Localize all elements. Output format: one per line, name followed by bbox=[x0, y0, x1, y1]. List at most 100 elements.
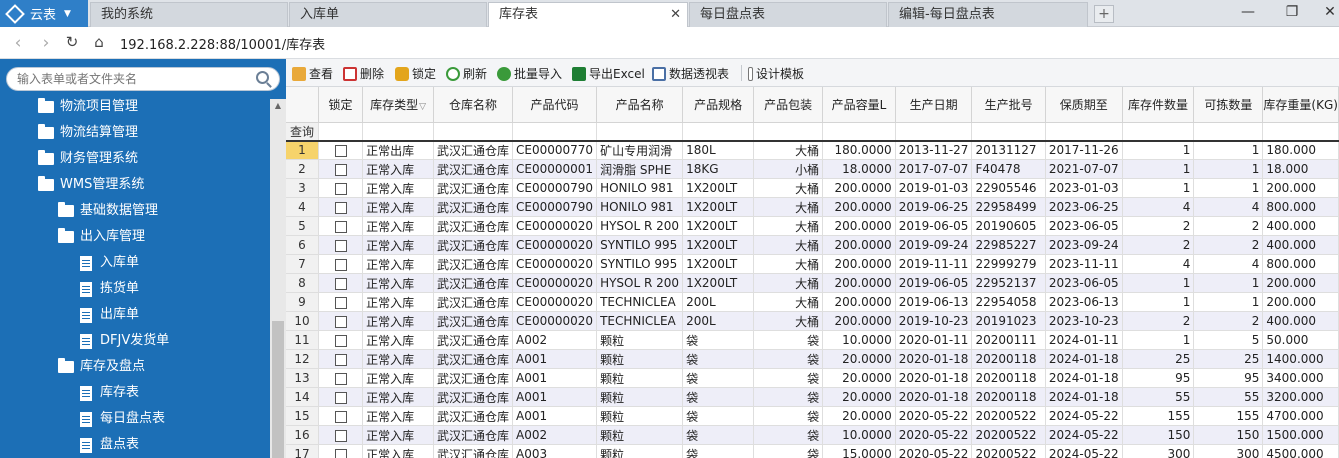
table-cell[interactable]: 2 bbox=[1122, 235, 1195, 255]
table-cell[interactable]: 1 bbox=[1122, 140, 1195, 160]
table-cell[interactable]: CE00000001 bbox=[512, 159, 598, 179]
table-cell[interactable]: 22985227 bbox=[971, 235, 1046, 255]
lock-checkbox[interactable] bbox=[334, 296, 347, 309]
table-cell[interactable]: 袋 bbox=[753, 349, 824, 369]
table-cell[interactable]: 1X200LT bbox=[682, 178, 755, 198]
table-cell[interactable]: 2019-06-13 bbox=[895, 292, 973, 312]
table-cell[interactable]: 3200.000 bbox=[1262, 387, 1339, 407]
table-cell[interactable]: CE00000790 bbox=[512, 178, 598, 198]
table-cell[interactable]: 2020-01-11 bbox=[895, 330, 973, 350]
view-button[interactable]: 查看 bbox=[292, 65, 333, 82]
lock-checkbox[interactable] bbox=[334, 353, 347, 366]
row-number[interactable]: 12 bbox=[286, 349, 319, 369]
close-icon[interactable]: ✕ bbox=[670, 3, 681, 26]
table-cell[interactable]: 2021-07-07 bbox=[1045, 159, 1123, 179]
table-cell[interactable]: CE00000020 bbox=[512, 216, 598, 236]
table-cell[interactable]: CE00000020 bbox=[512, 235, 598, 255]
table-cell[interactable]: 20191023 bbox=[971, 311, 1046, 331]
table-cell[interactable]: 正常入库 bbox=[362, 178, 435, 198]
table-cell[interactable]: 2020-01-18 bbox=[895, 368, 973, 388]
table-cell[interactable]: 1 bbox=[1122, 178, 1195, 198]
table-cell[interactable]: CE00000790 bbox=[512, 197, 598, 217]
table-cell[interactable]: 4500.000 bbox=[1262, 444, 1339, 458]
table-cell[interactable]: 20200522 bbox=[971, 444, 1046, 458]
table-cell[interactable]: 2023-09-24 bbox=[1045, 235, 1123, 255]
table-cell[interactable]: 20.0000 bbox=[822, 387, 896, 407]
table-cell[interactable]: 武汉汇通仓库 bbox=[433, 425, 514, 445]
table-cell[interactable]: 大桶 bbox=[753, 254, 824, 274]
sidebar-item-basic-data[interactable]: 基础数据管理 bbox=[58, 198, 158, 224]
column-header[interactable]: 库存件数量 bbox=[1122, 87, 1195, 123]
table-cell[interactable]: 袋 bbox=[682, 406, 755, 426]
app-menu-button[interactable]: 云表 ▼ bbox=[0, 0, 88, 27]
table-cell[interactable]: A001 bbox=[512, 406, 598, 426]
table-cell[interactable]: 200.0000 bbox=[822, 292, 896, 312]
table-cell[interactable]: 2024-01-18 bbox=[1045, 368, 1123, 388]
table-cell[interactable]: 3400.000 bbox=[1262, 368, 1339, 388]
table-row[interactable]: 12 正常入库 武汉汇通仓库 A001 颗粒袋袋 20.0000 2020-01-18 202… bbox=[286, 349, 1339, 369]
row-number[interactable]: 16 bbox=[286, 425, 319, 445]
minimize-icon[interactable]: — bbox=[1238, 4, 1258, 20]
search-input[interactable] bbox=[17, 71, 247, 87]
table-cell[interactable]: 1X200LT bbox=[682, 216, 755, 236]
sidebar-item-inventory-table[interactable]: 库存表 bbox=[80, 380, 139, 406]
sidebar-item-inventory-stocktake[interactable]: 库存及盘点 bbox=[58, 354, 145, 380]
lock-checkbox[interactable] bbox=[334, 201, 347, 214]
table-cell[interactable]: 正常入库 bbox=[362, 235, 435, 255]
sidebar-item-daily-stocktake[interactable]: 每日盘点表 bbox=[80, 406, 165, 432]
table-cell[interactable]: 润滑脂 SPHE bbox=[596, 159, 684, 179]
table-cell[interactable]: 袋 bbox=[682, 387, 755, 407]
table-cell[interactable]: 200.000 bbox=[1262, 273, 1339, 293]
table-cell[interactable]: 1 bbox=[1122, 159, 1195, 179]
table-cell[interactable]: 800.000 bbox=[1262, 197, 1339, 217]
grid-corner[interactable] bbox=[286, 87, 319, 123]
table-cell[interactable]: 200L bbox=[682, 292, 755, 312]
table-cell[interactable]: 2023-06-13 bbox=[1045, 292, 1123, 312]
table-cell[interactable]: 正常入库 bbox=[362, 387, 435, 407]
table-cell[interactable]: 正常入库 bbox=[362, 444, 435, 458]
table-row[interactable]: 11 正常入库 武汉汇通仓库 A002 颗粒袋袋 10.0000 2020-01-11 202… bbox=[286, 330, 1339, 350]
back-icon[interactable]: ‹ bbox=[8, 33, 28, 53]
table-cell[interactable]: 2024-05-22 bbox=[1045, 444, 1123, 458]
table-cell[interactable]: 300 bbox=[1122, 444, 1195, 458]
table-cell[interactable]: 武汉汇通仓库 bbox=[433, 349, 514, 369]
table-cell[interactable]: 2 bbox=[1193, 235, 1264, 255]
table-cell[interactable]: 300 bbox=[1193, 444, 1264, 458]
scroll-up-icon[interactable]: ▲ bbox=[270, 99, 286, 113]
table-cell[interactable]: 18.000 bbox=[1262, 159, 1339, 179]
table-cell[interactable]: 20131127 bbox=[971, 140, 1046, 160]
table-cell[interactable]: A002 bbox=[512, 425, 598, 445]
column-header[interactable]: 仓库名称 bbox=[433, 87, 514, 123]
table-cell[interactable]: 正常入库 bbox=[362, 159, 435, 179]
table-cell[interactable]: 大桶 bbox=[753, 216, 824, 236]
table-cell[interactable]: 武汉汇通仓库 bbox=[433, 292, 514, 312]
home-icon[interactable]: ⌂ bbox=[89, 33, 109, 51]
table-cell[interactable]: 20200111 bbox=[971, 330, 1046, 350]
table-cell[interactable]: 大桶 bbox=[753, 178, 824, 198]
table-cell[interactable]: 正常入库 bbox=[362, 292, 435, 312]
row-number[interactable]: 10 bbox=[286, 311, 319, 331]
sidebar-search[interactable] bbox=[6, 67, 280, 91]
lock-checkbox[interactable] bbox=[334, 429, 347, 442]
sidebar-item-logistics-project[interactable]: 物流项目管理 bbox=[38, 94, 138, 120]
column-header[interactable]: 库存重量(KG) bbox=[1262, 87, 1339, 123]
table-row[interactable]: 15 正常入库 武汉汇通仓库 A001 颗粒袋袋 20.0000 2020-05-22 202… bbox=[286, 406, 1339, 426]
lock-checkbox[interactable] bbox=[334, 239, 347, 252]
table-cell[interactable]: 55 bbox=[1122, 387, 1195, 407]
table-cell[interactable]: 袋 bbox=[682, 349, 755, 369]
table-row[interactable]: 9 正常入库 武汉汇通仓库 CE00000020 TECHNICLEA 200L 大桶 200… bbox=[286, 292, 1339, 312]
query-filter-cell[interactable] bbox=[512, 122, 598, 142]
table-cell[interactable]: 1 bbox=[1122, 330, 1195, 350]
table-cell[interactable]: 2020-01-18 bbox=[895, 387, 973, 407]
table-cell[interactable]: A001 bbox=[512, 368, 598, 388]
table-cell[interactable]: 武汉汇通仓库 bbox=[433, 273, 514, 293]
lock-checkbox[interactable] bbox=[334, 182, 347, 195]
row-number[interactable]: 5 bbox=[286, 216, 319, 236]
table-cell[interactable]: 1 bbox=[1122, 292, 1195, 312]
table-cell[interactable]: 50.000 bbox=[1262, 330, 1339, 350]
column-header[interactable]: 产品规格 bbox=[682, 87, 755, 123]
table-cell[interactable]: 200L bbox=[682, 311, 755, 331]
table-cell[interactable]: CE00000770 bbox=[512, 140, 598, 160]
table-cell[interactable]: 2017-07-07 bbox=[895, 159, 973, 179]
table-cell[interactable]: 颗粒 bbox=[596, 368, 684, 388]
